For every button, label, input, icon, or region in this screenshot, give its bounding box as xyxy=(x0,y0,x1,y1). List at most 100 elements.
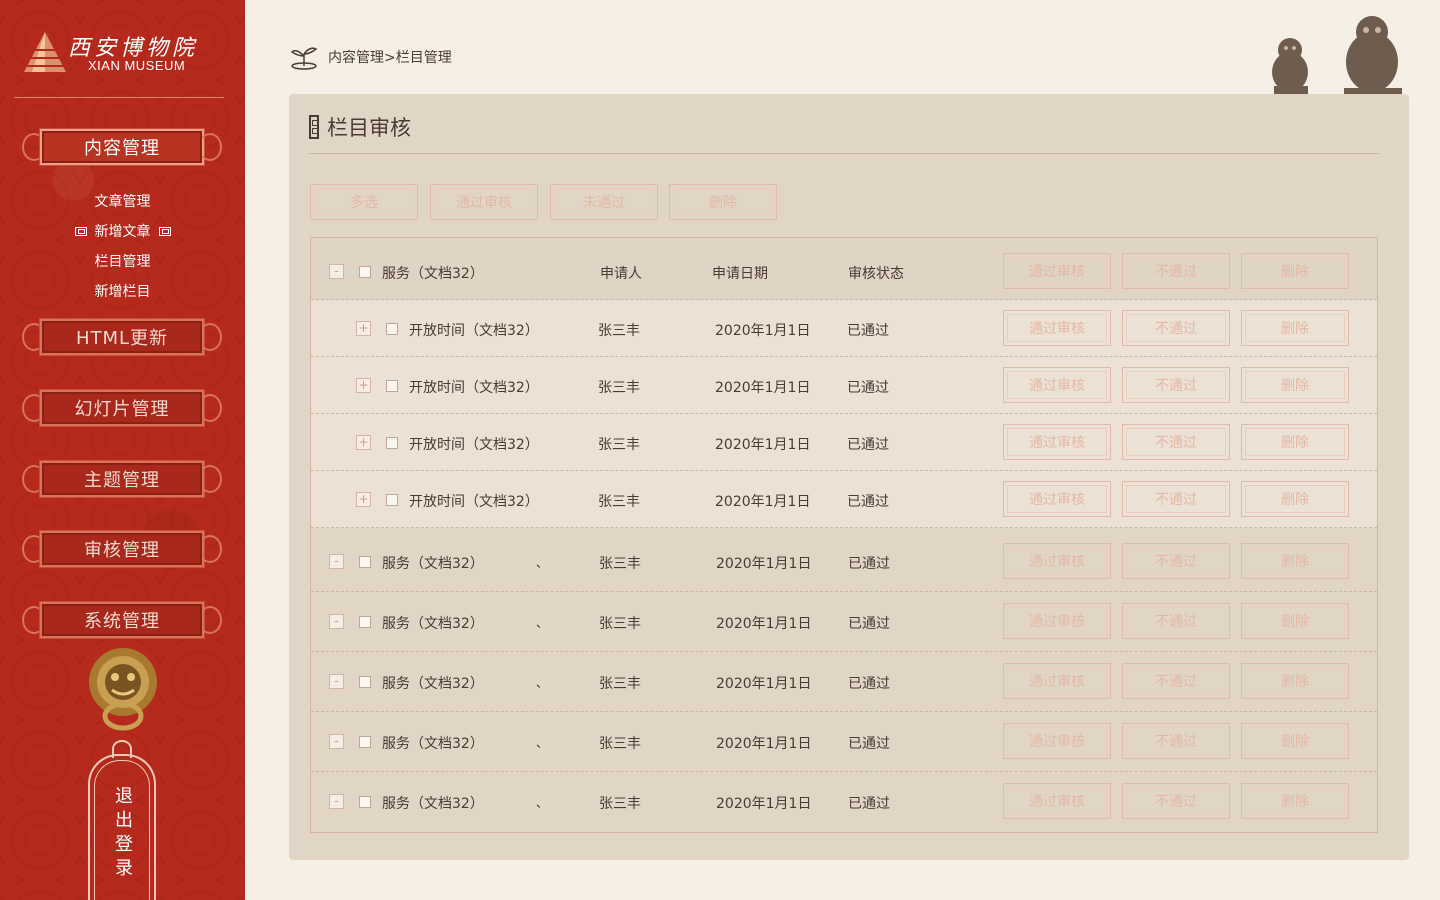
submenu-add-article[interactable]: 新增文章 xyxy=(0,216,245,246)
row-approve-button[interactable]: 通过审核 xyxy=(1003,663,1111,699)
row-delete-button[interactable]: 删除 xyxy=(1241,253,1349,289)
row-checkbox[interactable] xyxy=(386,380,398,392)
menu-html-update[interactable]: HTML更新 xyxy=(22,315,222,359)
content-submenu: 文章管理 新增文章 栏目管理 新增栏目 xyxy=(0,186,245,306)
row-reject-button[interactable]: 不通过 xyxy=(1122,663,1230,699)
row-reject-button[interactable]: 不通过 xyxy=(1122,310,1230,346)
menu-label: 主题管理 xyxy=(84,470,160,491)
row-name: 服务（文档32） xyxy=(382,676,484,692)
row-applicant: 张三丰 xyxy=(598,380,640,396)
menu-label: HTML更新 xyxy=(75,328,169,349)
table-row: + 开放时间（文档32） 张三丰 2020年1月1日 已通过 通过审核 不通过 … xyxy=(311,471,1377,528)
row-delete-button[interactable]: 删除 xyxy=(1241,367,1349,403)
row-status: 已通过 xyxy=(848,736,890,752)
row-mark: 、 xyxy=(536,556,549,570)
breadcrumb-text[interactable]: 内容管理>栏目管理 xyxy=(328,47,452,67)
expand-toggle[interactable]: + xyxy=(356,435,371,450)
main-panel: 栏目审核 多选 通过审核 未通过 删除 - 服务（文档32） 申请人 申请日期 … xyxy=(289,94,1409,860)
collapse-toggle[interactable]: - xyxy=(329,264,344,279)
row-delete-button[interactable]: 删除 xyxy=(1241,543,1349,579)
row-applicant: 张三丰 xyxy=(599,556,641,572)
multi-select-button[interactable]: 多选 xyxy=(310,184,418,220)
row-name: 服务（文档32） xyxy=(382,616,484,632)
submenu-column-management[interactable]: 栏目管理 xyxy=(0,246,245,276)
header-applicant: 申请人 xyxy=(600,266,642,282)
row-name: 服务（文档32） xyxy=(382,556,484,572)
table-row: - 服务（文档32） 、 张三丰 2020年1月1日 已通过 通过审核 不通过 … xyxy=(311,772,1377,832)
row-approve-button[interactable]: 通过审核 xyxy=(1003,481,1111,517)
table-row: - 服务（文档32） 、 张三丰 2020年1月1日 已通过 通过审核 不通过 … xyxy=(311,592,1377,652)
row-reject-button[interactable]: 不通过 xyxy=(1122,603,1230,639)
row-reject-button[interactable]: 不通过 xyxy=(1122,253,1230,289)
row-checkbox[interactable] xyxy=(359,556,371,568)
row-approve-button[interactable]: 通过审核 xyxy=(1003,253,1111,289)
row-approve-button[interactable]: 通过审核 xyxy=(1003,543,1111,579)
row-delete-button[interactable]: 删除 xyxy=(1241,310,1349,346)
row-name: 开放时间（文档32） xyxy=(409,437,539,453)
approve-button[interactable]: 通过审核 xyxy=(430,184,538,220)
row-approve-button[interactable]: 通过审核 xyxy=(1003,783,1111,819)
row-reject-button[interactable]: 不通过 xyxy=(1122,481,1230,517)
collapse-toggle[interactable]: - xyxy=(329,614,344,629)
collapse-toggle[interactable]: - xyxy=(329,674,344,689)
collapse-toggle[interactable]: - xyxy=(329,794,344,809)
title-divider xyxy=(309,153,1379,154)
panel-header: 栏目审核 xyxy=(309,112,411,142)
row-reject-button[interactable]: 不通过 xyxy=(1122,543,1230,579)
row-reject-button[interactable]: 不通过 xyxy=(1122,424,1230,460)
row-applicant: 张三丰 xyxy=(598,494,640,510)
menu-system-management[interactable]: 系统管理 xyxy=(22,598,222,642)
row-status: 已通过 xyxy=(848,556,890,572)
row-approve-button[interactable]: 通过审核 xyxy=(1003,310,1111,346)
expand-toggle[interactable]: + xyxy=(356,492,371,507)
expand-toggle[interactable]: + xyxy=(356,321,371,336)
row-approve-button[interactable]: 通过审核 xyxy=(1003,424,1111,460)
expand-toggle[interactable]: + xyxy=(356,378,371,393)
logo-divider xyxy=(14,97,224,98)
row-reject-button[interactable]: 不通过 xyxy=(1122,783,1230,819)
row-status: 已通过 xyxy=(848,676,890,692)
row-reject-button[interactable]: 不通过 xyxy=(1122,367,1230,403)
table-header-row: - 服务（文档32） 申请人 申请日期 审核状态 通过审核 不通过 删除 xyxy=(311,238,1377,300)
row-name: 服务（文档32） xyxy=(382,796,484,812)
row-checkbox[interactable] xyxy=(359,676,371,688)
collapse-toggle[interactable]: - xyxy=(329,734,344,749)
sprout-icon xyxy=(290,47,318,70)
menu-theme-management[interactable]: 主题管理 xyxy=(22,457,222,501)
logout-button[interactable]: 退出登录 xyxy=(88,740,156,900)
menu-label: 幻灯片管理 xyxy=(74,399,170,420)
header-date: 申请日期 xyxy=(712,266,768,282)
row-checkbox[interactable] xyxy=(386,494,398,506)
row-checkbox[interactable] xyxy=(386,323,398,335)
row-checkbox[interactable] xyxy=(359,736,371,748)
row-checkbox[interactable] xyxy=(359,616,371,628)
row-delete-button[interactable]: 删除 xyxy=(1241,424,1349,460)
submenu-article-management[interactable]: 文章管理 xyxy=(0,186,245,216)
row-delete-button[interactable]: 删除 xyxy=(1241,723,1349,759)
row-approve-button[interactable]: 通过审核 xyxy=(1003,723,1111,759)
menu-review-management[interactable]: 审核管理 xyxy=(22,527,222,571)
delete-button[interactable]: 删除 xyxy=(669,184,777,220)
stone-lions-icon xyxy=(1272,16,1402,96)
row-mark: 、 xyxy=(536,676,549,690)
row-delete-button[interactable]: 删除 xyxy=(1241,663,1349,699)
row-delete-button[interactable]: 删除 xyxy=(1241,603,1349,639)
reject-button[interactable]: 未通过 xyxy=(550,184,658,220)
row-checkbox[interactable] xyxy=(386,437,398,449)
page-title: 栏目审核 xyxy=(327,116,411,140)
menu-label: 内容管理 xyxy=(84,138,160,159)
submenu-add-column[interactable]: 新增栏目 xyxy=(0,276,245,306)
collapse-toggle[interactable]: - xyxy=(329,554,344,569)
row-reject-button[interactable]: 不通过 xyxy=(1122,723,1230,759)
row-approve-button[interactable]: 通过审核 xyxy=(1003,367,1111,403)
menu-content-management[interactable]: 内容管理 xyxy=(22,125,222,169)
menu-label: 审核管理 xyxy=(84,540,160,561)
row-applicant: 张三丰 xyxy=(598,437,640,453)
row-approve-button[interactable]: 通过审核 xyxy=(1003,603,1111,639)
row-delete-button[interactable]: 删除 xyxy=(1241,481,1349,517)
row-delete-button[interactable]: 删除 xyxy=(1241,783,1349,819)
menu-slideshow-management[interactable]: 幻灯片管理 xyxy=(22,386,222,430)
select-all-checkbox[interactable] xyxy=(359,266,371,278)
row-checkbox[interactable] xyxy=(359,796,371,808)
museum-logo[interactable]: 西安博物院 XIAN MUSEUM xyxy=(22,28,222,78)
